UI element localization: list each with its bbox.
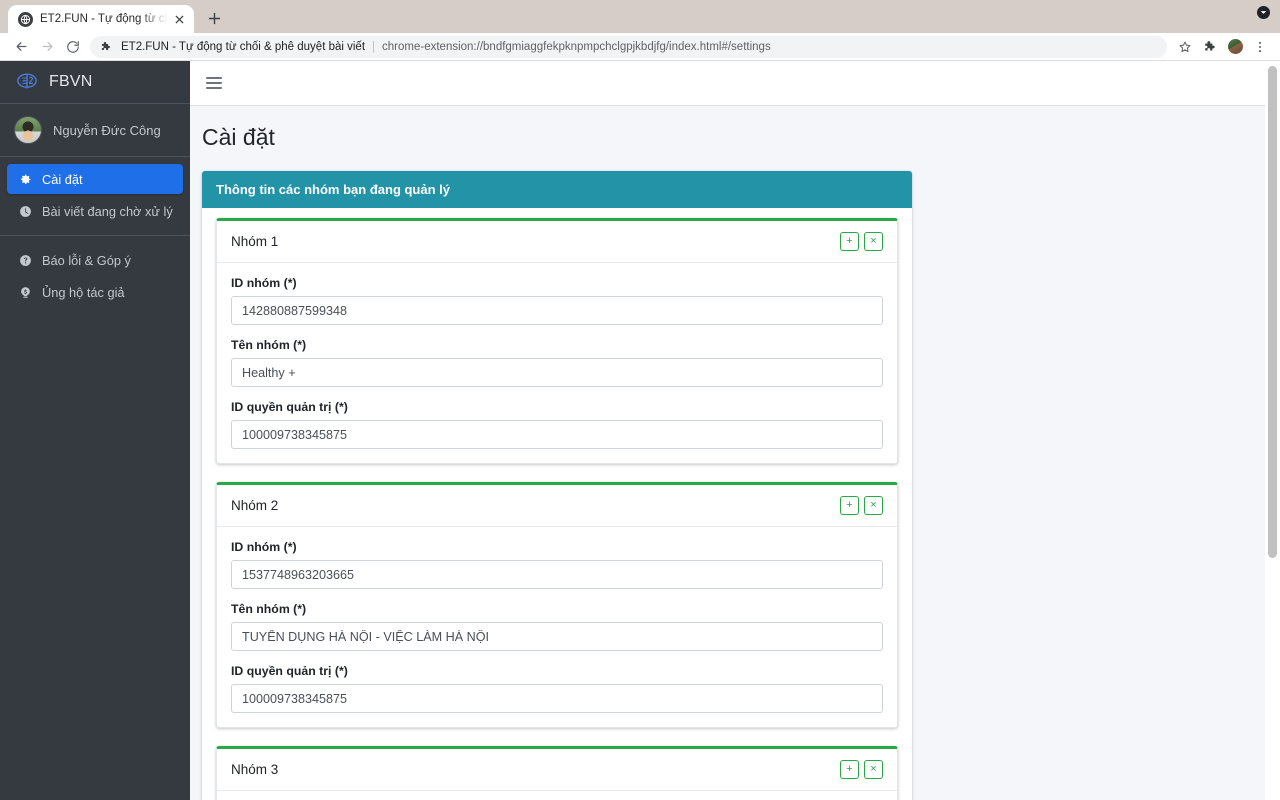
admin-id-input[interactable] bbox=[231, 684, 883, 713]
group-card-tools: + × bbox=[840, 496, 883, 515]
sidebar: FBVN Nguyễn Đức Công Cài đặt Bài viết đa… bbox=[0, 61, 190, 800]
group-name-input[interactable] bbox=[231, 622, 883, 651]
remove-group-button[interactable]: × bbox=[864, 496, 883, 515]
sidebar-item-label: Cài đặt bbox=[42, 171, 83, 187]
sidebar-nav-primary: Cài đặt Bài viết đang chờ xử lý bbox=[0, 157, 190, 228]
arrow-right-icon bbox=[34, 34, 60, 60]
brand-text: FBVN bbox=[49, 73, 93, 90]
groups-panel-header: Thông tin các nhóm bạn đang quản lý bbox=[202, 171, 912, 208]
three-dot-menu-icon[interactable] bbox=[1248, 35, 1272, 59]
avatar bbox=[1226, 38, 1244, 55]
omnibox-page-title: ET2.FUN - Tự động từ chối & phê duyệt bà… bbox=[121, 40, 366, 53]
omnibox-toolbar: ET2.FUN - Tự động từ chối & phê duyệt bà… bbox=[0, 33, 1280, 61]
group-id-input[interactable] bbox=[231, 560, 883, 589]
group-id-input[interactable] bbox=[231, 296, 883, 325]
add-group-button[interactable]: + bbox=[840, 496, 859, 515]
donate-circle-icon bbox=[16, 286, 34, 299]
sidebar-item-label: Ủng hộ tác giả bbox=[42, 284, 125, 300]
omnibox-separator: | bbox=[372, 40, 376, 53]
window-dot-icon[interactable] bbox=[1257, 6, 1270, 19]
group-card-header: Nhóm 2 + × bbox=[217, 485, 897, 527]
page-title: Cài đặt bbox=[202, 124, 275, 150]
group-name-input[interactable] bbox=[231, 358, 883, 387]
sidebar-item-settings[interactable]: Cài đặt bbox=[7, 164, 183, 194]
group-card: Nhóm 2 + × ID nhóm (*) Tên nhóm ( bbox=[216, 482, 898, 728]
sidebar-item-label: Báo lỗi & Góp ý bbox=[42, 252, 131, 268]
vertical-scrollbar[interactable] bbox=[1265, 61, 1280, 800]
puzzle-piece-icon bbox=[100, 41, 114, 53]
main-content: Cài đặt Thông tin các nhóm bạn đang quản… bbox=[190, 61, 1280, 800]
new-tab-button[interactable] bbox=[200, 4, 228, 32]
group-card: Nhóm 1 + × ID nhóm (*) Tên nhóm ( bbox=[216, 218, 898, 464]
profile-avatar-icon[interactable] bbox=[1223, 35, 1247, 59]
content-topbar bbox=[190, 61, 1280, 106]
clock-icon bbox=[16, 205, 34, 218]
page-inner: Thông tin các nhóm bạn đang quản lý Nhóm… bbox=[190, 171, 1280, 800]
et2-logo-icon bbox=[14, 69, 40, 95]
group-card-body: ID nhóm (*) Tên nhóm (*) ID quyền quản t… bbox=[217, 263, 897, 463]
group-name-label: Tên nhóm (*) bbox=[231, 338, 307, 352]
sidebar-item-label: Bài viết đang chờ xử lý bbox=[42, 203, 173, 219]
user-avatar bbox=[14, 116, 42, 144]
user-name: Nguyễn Đức Công bbox=[53, 122, 161, 138]
add-group-button[interactable]: + bbox=[840, 760, 859, 779]
address-bar[interactable]: ET2.FUN - Tự động từ chối & phê duyệt bà… bbox=[90, 35, 1167, 58]
page-scroll-region: Cài đặt Thông tin các nhóm bạn đang quản… bbox=[190, 106, 1280, 800]
app-viewport: FBVN Nguyễn Đức Công Cài đặt Bài viết đa… bbox=[0, 61, 1280, 800]
gear-icon bbox=[16, 173, 34, 186]
sidebar-item-report-feedback[interactable]: Báo lỗi & Góp ý bbox=[7, 245, 183, 275]
remove-group-button[interactable]: × bbox=[864, 232, 883, 251]
admin-id-label: ID quyền quản trị (*) bbox=[231, 400, 348, 414]
extensions-puzzle-icon[interactable] bbox=[1198, 35, 1222, 59]
scrollbar-thumb[interactable] bbox=[1268, 66, 1277, 558]
sidebar-nav-secondary: Báo lỗi & Góp ý Ủng hộ tác giả bbox=[0, 235, 190, 309]
sidebar-item-pending-posts[interactable]: Bài viết đang chờ xử lý bbox=[7, 196, 183, 226]
globe-icon bbox=[18, 11, 33, 27]
add-group-button[interactable]: + bbox=[840, 232, 859, 251]
omnibox-actions bbox=[1173, 35, 1272, 59]
group-card-body: ID nhóm (*) bbox=[217, 791, 897, 800]
admin-id-input[interactable] bbox=[231, 420, 883, 449]
group-card: Nhóm 3 + × ID nhóm (*) bbox=[216, 746, 898, 800]
group-id-label: ID nhóm (*) bbox=[231, 540, 297, 554]
remove-group-button[interactable]: × bbox=[864, 760, 883, 779]
arrow-left-icon[interactable] bbox=[8, 34, 34, 60]
sidebar-item-support-author[interactable]: Ủng hộ tác giả bbox=[7, 277, 183, 307]
admin-id-label: ID quyền quản trị (*) bbox=[231, 664, 348, 678]
hamburger-icon[interactable] bbox=[206, 77, 222, 89]
browser-window: ET2.FUN - Tự động từ chối & p bbox=[0, 0, 1280, 800]
star-icon[interactable] bbox=[1173, 35, 1197, 59]
groups-panel: Thông tin các nhóm bạn đang quản lý Nhóm… bbox=[202, 171, 912, 800]
reload-icon[interactable] bbox=[60, 34, 86, 60]
window-controls bbox=[1257, 6, 1270, 19]
tab-strip: ET2.FUN - Tự động từ chối & p bbox=[0, 0, 1280, 33]
group-card-header: Nhóm 3 + × bbox=[217, 749, 897, 791]
groups-panel-body: Nhóm 1 + × ID nhóm (*) Tên nhóm ( bbox=[202, 208, 912, 800]
group-title: Nhóm 1 bbox=[231, 234, 279, 249]
group-id-label: ID nhóm (*) bbox=[231, 276, 297, 290]
group-name-label: Tên nhóm (*) bbox=[231, 602, 307, 616]
omnibox-url: chrome-extension://bndfgmiaggfekpknpmpch… bbox=[382, 40, 771, 53]
group-card-tools: + × bbox=[840, 760, 883, 779]
sidebar-user[interactable]: Nguyễn Đức Công bbox=[0, 104, 190, 157]
group-card-body: ID nhóm (*) Tên nhóm (*) ID quyền quản t… bbox=[217, 527, 897, 727]
group-card-tools: + × bbox=[840, 232, 883, 251]
group-title: Nhóm 2 bbox=[231, 498, 279, 513]
close-icon[interactable] bbox=[171, 11, 188, 28]
question-circle-icon bbox=[16, 254, 34, 267]
browser-tab[interactable]: ET2.FUN - Tự động từ chối & p bbox=[8, 5, 194, 33]
brand-header[interactable]: FBVN bbox=[0, 61, 190, 104]
group-card-header: Nhóm 1 + × bbox=[217, 221, 897, 263]
tab-title: ET2.FUN - Tự động từ chối & p bbox=[40, 13, 169, 25]
group-title: Nhóm 3 bbox=[231, 762, 279, 777]
